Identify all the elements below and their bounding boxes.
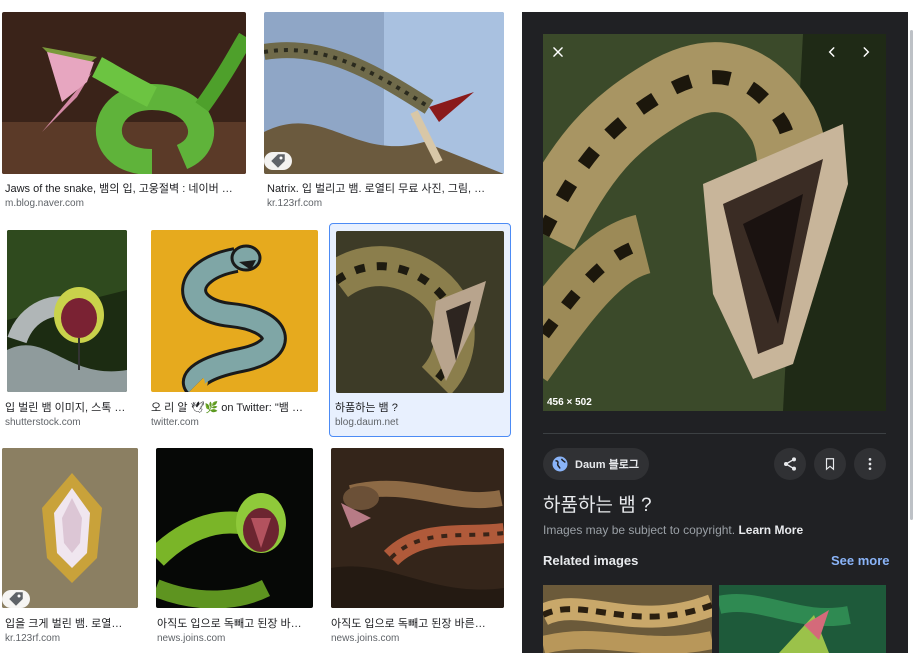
result-thumbnail[interactable] [331, 448, 504, 608]
result-title[interactable]: 하품하는 뱀 ? [335, 399, 505, 415]
preview-image[interactable] [543, 34, 886, 411]
chevron-right-icon [863, 47, 870, 57]
close-button[interactable] [551, 42, 565, 62]
result-source: news.joins.com [157, 633, 226, 644]
source-chip[interactable]: Daum 블로그 [543, 448, 649, 480]
result-thumbnail[interactable] [2, 448, 138, 608]
image-dimensions: 456 × 502 [547, 397, 592, 408]
result-card-8[interactable]: 아직도 입으로 독빼고 된장 바른… news.joins.com [326, 445, 511, 653]
result-card-5[interactable]: 하품하는 뱀 ? blog.daum.net [329, 223, 511, 437]
result-title[interactable]: 오 리 알 🕊🌿 on Twitter: "뱀 입… [151, 399, 313, 415]
image-results-grid: Jaws of the snake, 뱀의 입, 고웅절벽 : 네이버 … m.… [0, 0, 517, 653]
result-source: news.joins.com [331, 633, 400, 644]
result-source: twitter.com [151, 417, 199, 428]
result-thumbnail[interactable] [264, 12, 504, 174]
save-button[interactable] [814, 448, 846, 480]
tag-icon [2, 590, 30, 608]
close-icon [553, 47, 563, 57]
result-card-1[interactable]: Jaws of the snake, 뱀의 입, 고웅절벽 : 네이버 … m.… [0, 12, 250, 212]
related-image-2[interactable] [719, 585, 886, 653]
result-card-7[interactable]: 아직도 입으로 독빼고 된장 바… news.joins.com [152, 445, 322, 653]
result-title[interactable]: 아직도 입으로 독빼고 된장 바… [157, 615, 315, 631]
next-button[interactable] [856, 42, 876, 62]
result-title[interactable]: 아직도 입으로 독빼고 된장 바른… [331, 615, 501, 631]
see-more-link[interactable]: See more [831, 553, 890, 568]
copyright-notice: Images may be subject to copyright. Lear… [543, 523, 803, 537]
result-card-2[interactable]: Natrix. 입 벌리고 뱀. 로열티 무료 사진, 그림, … kr.123… [262, 12, 512, 212]
previous-button[interactable] [822, 42, 842, 62]
tag-icon [264, 152, 292, 170]
copyright-text: Images may be subject to copyright. [543, 523, 736, 537]
result-source: m.blog.naver.com [5, 198, 84, 209]
more-options-button[interactable] [854, 448, 886, 480]
learn-more-link[interactable]: Learn More [738, 523, 803, 537]
preview-title[interactable]: 하품하는 뱀 ? [543, 490, 652, 517]
result-title[interactable]: 입을 크게 벌린 뱀. 로열… [5, 615, 135, 631]
image-preview-panel: 456 × 502 Daum 블로그 하품하는 뱀 ? Images may b… [522, 12, 908, 653]
source-name: Daum 블로그 [575, 459, 639, 471]
result-title[interactable]: Natrix. 입 벌리고 뱀. 로열티 무료 사진, 그림, … [267, 180, 502, 196]
result-source: shutterstock.com [5, 417, 81, 428]
result-thumbnail[interactable] [336, 231, 504, 393]
result-card-6[interactable]: 입을 크게 벌린 뱀. 로열… kr.123rf.com [0, 445, 145, 653]
result-thumbnail[interactable] [2, 12, 246, 174]
more-vert-icon [868, 458, 872, 470]
related-image-1[interactable] [543, 585, 712, 653]
result-source: kr.123rf.com [267, 198, 323, 209]
result-thumbnail[interactable] [7, 230, 127, 392]
share-button[interactable] [774, 448, 806, 480]
result-card-3[interactable]: 입 벌린 뱀 이미지, 스톡 … shutterstock.com [0, 225, 140, 435]
result-source: blog.daum.net [335, 417, 399, 428]
result-thumbnail[interactable] [156, 448, 313, 608]
share-icon [784, 457, 796, 471]
related-images-heading: Related images [543, 553, 639, 568]
result-title[interactable]: 입 벌린 뱀 이미지, 스톡 … [5, 399, 130, 415]
divider [543, 433, 886, 434]
result-source: kr.123rf.com [5, 633, 61, 644]
globe-icon [552, 456, 568, 472]
result-card-4[interactable]: 오 리 알 🕊🌿 on Twitter: "뱀 입… twitter.com [146, 225, 326, 435]
result-thumbnail[interactable] [151, 230, 318, 392]
chevron-left-icon [828, 47, 835, 57]
result-title[interactable]: Jaws of the snake, 뱀의 입, 고웅절벽 : 네이버 … [5, 180, 235, 196]
bookmark-icon [825, 458, 835, 471]
